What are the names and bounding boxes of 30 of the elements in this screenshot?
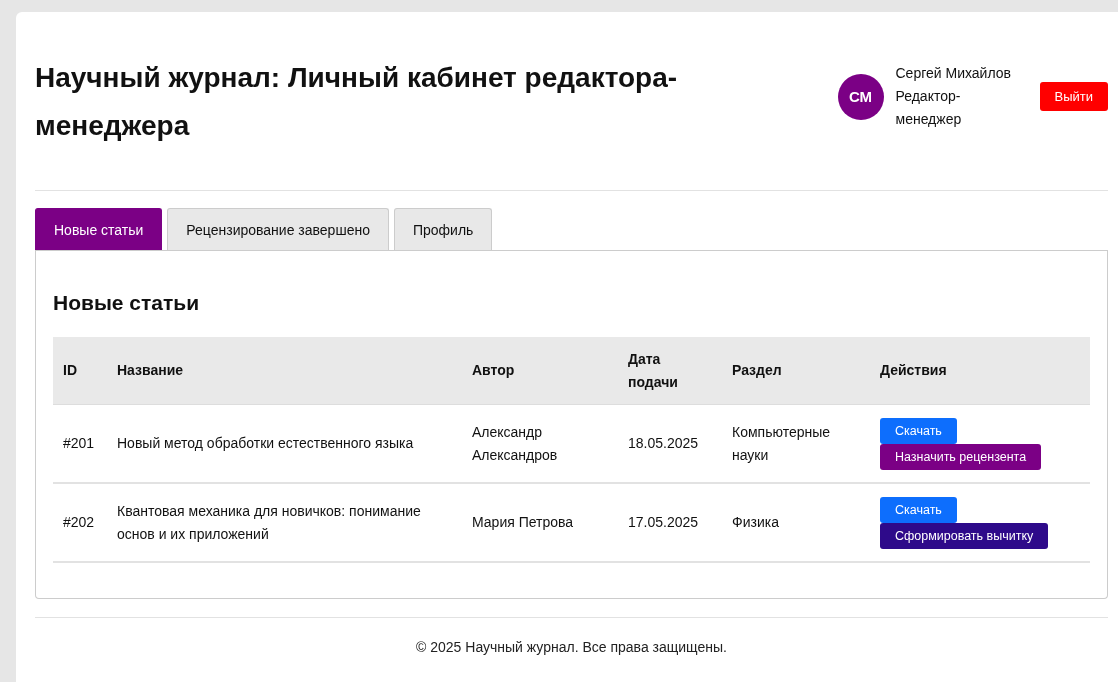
- user-name: Сергей Михайлов: [895, 64, 1012, 83]
- download-button[interactable]: Скачать: [880, 417, 957, 444]
- table-cell: Физика: [722, 483, 870, 562]
- tab[interactable]: Рецензирование завершено: [167, 208, 389, 250]
- column-header: Действия: [870, 337, 1090, 405]
- table-cell: Компьютерные науки: [722, 404, 870, 483]
- user-avatar: СМ: [837, 73, 884, 120]
- section-title: Новые статьи: [53, 291, 201, 315]
- table-cell: Александр Александров: [462, 404, 618, 483]
- table-cell: Мария Петрова: [462, 483, 618, 562]
- proofread-button[interactable]: Сформировать вычитку: [880, 522, 1049, 549]
- page-title: Научный журнал: Личный кабинет редактора-менеджера: [35, 61, 679, 143]
- table-cell: Квантовая механика для новичков: понимание основ и их приложений: [107, 483, 462, 562]
- logout-button[interactable]: Выйти: [1039, 82, 1108, 111]
- user-role: Редактор-менеджер: [895, 87, 963, 129]
- column-header: Раздел: [722, 337, 870, 405]
- footer-text: © 2025 Научный журнал. Все права защищены.: [416, 639, 727, 655]
- assign-reviewer-button[interactable]: Назначить рецензента: [880, 443, 1042, 470]
- column-header: ID: [53, 337, 107, 405]
- column-header: Название: [107, 337, 462, 405]
- column-header: Дата подачи: [618, 337, 722, 405]
- table-cell: #202: [53, 483, 107, 562]
- download-button[interactable]: Скачать: [880, 496, 957, 523]
- table-cell: #201: [53, 404, 107, 483]
- column-header: Автор: [462, 337, 618, 405]
- table-cell: 18.05.2025: [618, 404, 722, 483]
- table-cell: 17.05.2025: [618, 483, 722, 562]
- table-cell: Новый метод обработки естественного языка: [107, 404, 462, 483]
- tab[interactable]: Новые статьи: [35, 208, 163, 250]
- tab[interactable]: Профиль: [393, 208, 493, 250]
